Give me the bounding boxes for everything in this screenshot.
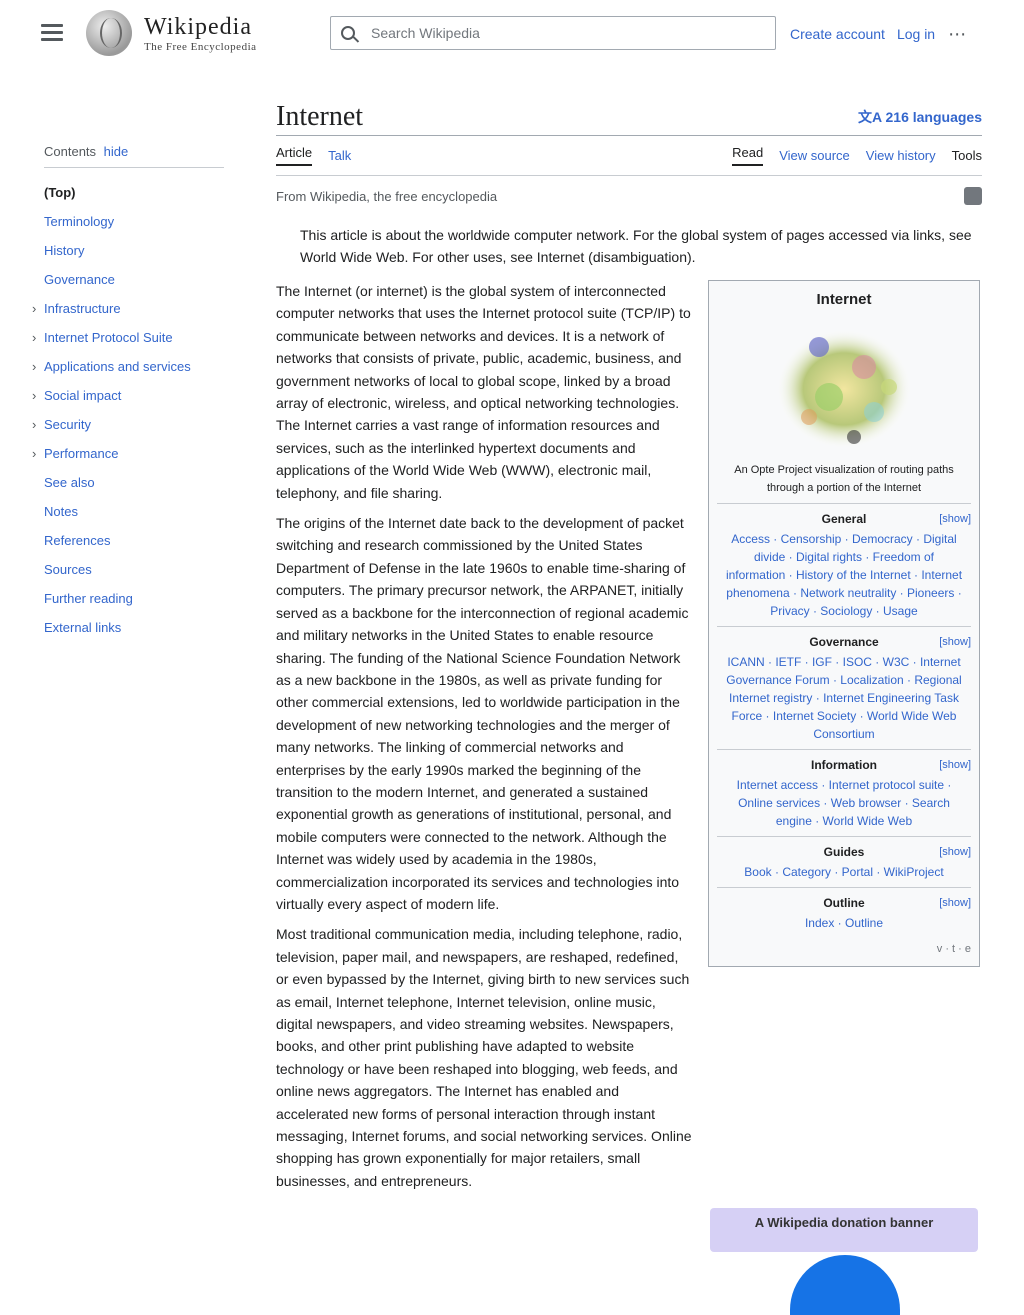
infobox-section: Outline [show] Index · Outline <box>717 887 971 938</box>
main-content: Internet 文A 216 languages Article Talk R… <box>276 100 982 1315</box>
infobox-show-toggle[interactable]: [show] <box>939 843 971 861</box>
page-title: Internet <box>276 101 364 132</box>
infobox-show-toggle[interactable]: [show] <box>939 633 971 651</box>
toc-item[interactable]: Social impact <box>32 381 224 410</box>
tab-read[interactable]: Read <box>732 145 764 166</box>
tab-talk[interactable]: Talk <box>328 148 351 163</box>
toc-item[interactable]: Notes <box>44 497 224 526</box>
infobox-section-title: General <box>821 512 867 526</box>
toc-header: Contents hide <box>44 144 224 168</box>
page-tabs: Article Talk Read View source View histo… <box>276 136 982 176</box>
infobox-show-toggle[interactable]: [show] <box>939 756 971 774</box>
menu-bar-icon <box>41 24 63 27</box>
banner-graphic <box>790 1255 900 1315</box>
toc-hide-button[interactable]: hide <box>104 144 129 159</box>
infobox-section: Information [show] Internet access · Inter… <box>717 749 971 836</box>
toc-item[interactable]: Performance <box>32 439 224 468</box>
languages-button[interactable]: 文A 216 languages <box>858 107 982 135</box>
toc-item[interactable]: Terminology <box>44 207 224 236</box>
toc-item[interactable]: (Top) <box>44 178 224 207</box>
toc-item[interactable]: See also <box>44 468 224 497</box>
search-icon <box>341 26 355 40</box>
protection-lock-icon[interactable] <box>964 187 982 205</box>
article-text: The Internet (or internet) is the global… <box>276 280 694 1192</box>
search-input[interactable] <box>369 24 749 42</box>
main-menu-button[interactable] <box>38 20 66 46</box>
infobox-show-toggle[interactable]: [show] <box>939 894 971 912</box>
internet-map-image[interactable] <box>769 317 919 457</box>
infobox-section-title: Information <box>811 758 877 772</box>
globe-icon <box>86 10 132 56</box>
infobox-section-links[interactable]: Access · Censorship · Democracy · Digita… <box>717 528 971 622</box>
toc-item[interactable]: References <box>44 526 224 555</box>
toc-item[interactable]: Infrastructure <box>32 294 224 323</box>
personal-tools: Create account Log in ⋯ <box>790 24 967 44</box>
paragraph: The origins of the Internet date back to… <box>276 515 689 912</box>
navbox-edit-links[interactable]: v · t · e <box>717 938 971 958</box>
menu-bar-icon <box>41 38 63 41</box>
infobox-section-title: Guides <box>823 845 865 859</box>
infobox-section-title: Governance <box>809 635 879 649</box>
title-row: Internet 文A 216 languages <box>276 100 982 136</box>
toc-item[interactable]: Governance <box>44 265 224 294</box>
infobox-section: Governance [show] ICANN · IETF · IGF · ISO… <box>717 626 971 749</box>
infobox-section: Guides [show] Book · Category · Portal · W… <box>717 836 971 887</box>
tab-article[interactable]: Article <box>276 145 313 166</box>
toc-item[interactable]: External links <box>44 613 224 642</box>
infobox-title: Internet <box>816 291 872 308</box>
infobox-section-links[interactable]: ICANN · IETF · IGF · ISOC · W3C · Intern… <box>717 651 971 745</box>
menu-bar-icon <box>41 31 63 34</box>
internet-map-graphic <box>776 329 912 449</box>
toc-item[interactable]: Sources <box>44 555 224 584</box>
donation-banner[interactable]: A Wikipedia donation banner <box>710 1208 978 1252</box>
site-header: Wikipedia The Free Encyclopedia Create a… <box>0 0 1024 66</box>
infobox: Internet An Opte Project visualization o… <box>708 280 980 967</box>
site-tagline: From Wikipedia, the free encyclopedia <box>276 188 498 204</box>
infobox-section: General [show] Access · Censorship · Democ… <box>717 503 971 626</box>
infobox-show-toggle[interactable]: [show] <box>939 510 971 528</box>
more-options-icon[interactable]: ⋯ <box>947 24 967 44</box>
paragraph: Most traditional communication media, in… <box>276 926 692 1189</box>
toc-item[interactable]: Internet Protocol Suite <box>32 323 224 352</box>
tab-view-source[interactable]: View source <box>779 148 850 163</box>
login-link[interactable]: Log in <box>897 26 935 42</box>
toc-item[interactable]: History <box>44 236 224 265</box>
toc-item[interactable]: Security <box>32 410 224 439</box>
tab-view-history[interactable]: View history <box>866 148 936 163</box>
logo-tagline: The Free Encyclopedia <box>144 40 257 53</box>
toc-item[interactable]: Applications and services <box>32 352 224 381</box>
infobox-section-links[interactable]: Index · Outline <box>717 912 971 934</box>
search-box[interactable] <box>330 16 776 50</box>
wikipedia-logo[interactable]: Wikipedia The Free Encyclopedia <box>86 8 266 58</box>
infobox-section-links[interactable]: Book · Category · Portal · WikiProject <box>717 861 971 883</box>
infobox-section-links[interactable]: Internet access · Internet protocol suit… <box>717 774 971 832</box>
toc-item[interactable]: Further reading <box>44 584 224 613</box>
infobox-section-title: Outline <box>823 896 865 910</box>
hatnote: This article is about the worldwide comp… <box>300 227 972 265</box>
infobox-caption: An Opte Project visualization of routing… <box>734 464 954 494</box>
article-body: The Internet (or internet) is the global… <box>276 280 982 1315</box>
tagline-row: From Wikipedia, the free encyclopedia <box>276 186 982 206</box>
create-account-link[interactable]: Create account <box>790 26 885 42</box>
logo-wordmark: Wikipedia <box>144 13 252 40</box>
paragraph: The Internet (or internet) is the global… <box>276 283 691 501</box>
toc-title: Contents <box>44 144 97 159</box>
tab-tools[interactable]: Tools <box>952 148 982 163</box>
table-of-contents: Contents hide (Top) Terminology History Gov… <box>32 144 224 642</box>
